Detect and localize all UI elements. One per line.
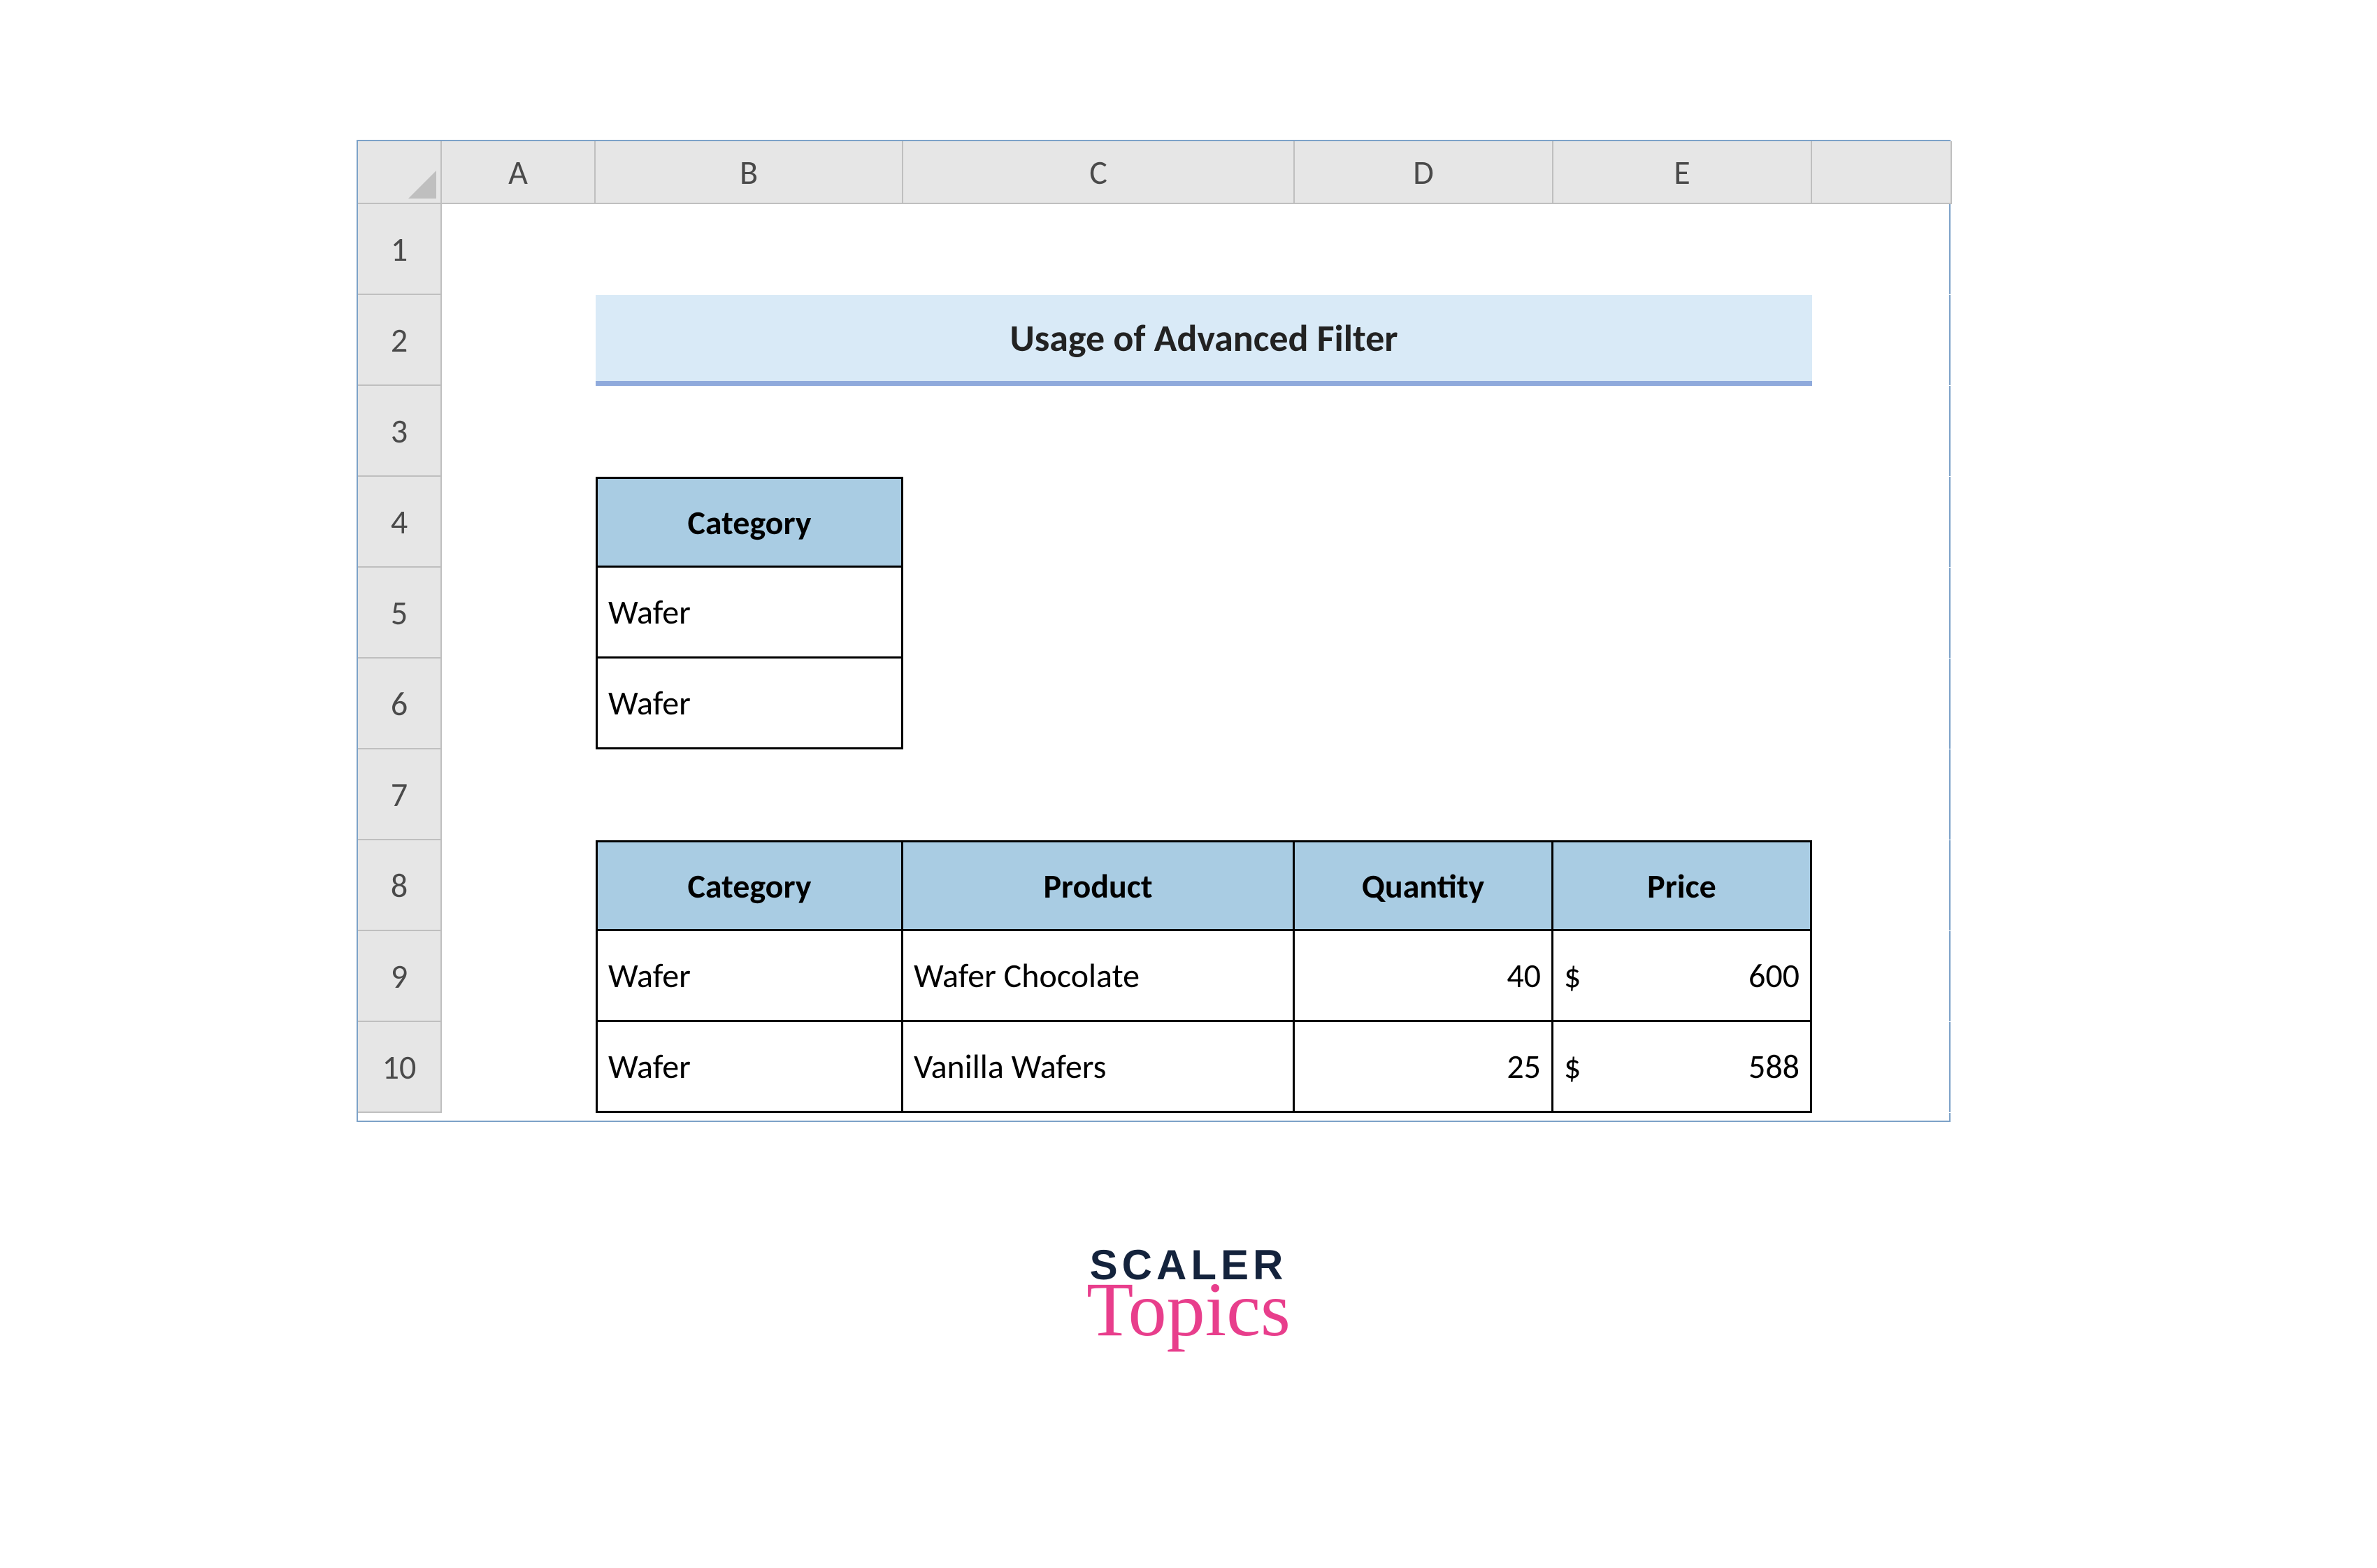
results-row2-product-text: Vanilla Wafers bbox=[914, 1046, 1106, 1087]
row-header-4[interactable]: 4 bbox=[358, 477, 442, 568]
cell-c5[interactable] bbox=[903, 568, 1295, 659]
results-header-price-text: Price bbox=[1647, 865, 1716, 907]
results-row2-price[interactable]: $ 588 bbox=[1551, 1020, 1812, 1113]
results-row2-quantity-text: 25 bbox=[1507, 1046, 1541, 1087]
cell-a10[interactable] bbox=[442, 1022, 596, 1113]
title-cell[interactable]: Usage of Advanced Filter bbox=[596, 295, 1812, 386]
cell-d7[interactable] bbox=[1295, 749, 1553, 840]
scaler-topics-logo: SCALER Topics bbox=[1086, 1244, 1291, 1348]
results-row1-category[interactable]: Wafer bbox=[596, 929, 903, 1022]
cell-f6[interactable] bbox=[1812, 659, 1952, 749]
cell-d6[interactable] bbox=[1295, 659, 1553, 749]
criteria-header[interactable]: Category bbox=[596, 477, 903, 568]
criteria-value-2[interactable]: Wafer bbox=[596, 656, 903, 749]
results-row1-product[interactable]: Wafer Chocolate bbox=[901, 929, 1295, 1022]
spreadsheet-frame: A B C D E 1 2 Usage of Advanced Filter 3… bbox=[357, 140, 1951, 1122]
results-header-product-text: Product bbox=[1043, 865, 1152, 907]
cell-a1[interactable] bbox=[442, 204, 596, 295]
cell-e4[interactable] bbox=[1553, 477, 1812, 568]
cell-f8[interactable] bbox=[1812, 840, 1952, 931]
column-header-a[interactable]: A bbox=[442, 141, 596, 204]
cell-a5[interactable] bbox=[442, 568, 596, 659]
cell-d5[interactable] bbox=[1295, 568, 1553, 659]
cell-d4[interactable] bbox=[1295, 477, 1553, 568]
cell-e3[interactable] bbox=[1553, 386, 1812, 477]
column-header-e[interactable]: E bbox=[1553, 141, 1812, 204]
cell-c4[interactable] bbox=[903, 477, 1295, 568]
row-header-2[interactable]: 2 bbox=[358, 295, 442, 386]
results-row1-price[interactable]: $ 600 bbox=[1551, 929, 1812, 1022]
cell-e7[interactable] bbox=[1553, 749, 1812, 840]
row-header-5[interactable]: 5 bbox=[358, 568, 442, 659]
cell-a4[interactable] bbox=[442, 477, 596, 568]
row-header-9[interactable]: 9 bbox=[358, 931, 442, 1022]
results-header-category[interactable]: Category bbox=[596, 840, 903, 931]
cell-f2[interactable] bbox=[1812, 295, 1952, 386]
row-header-8[interactable]: 8 bbox=[358, 840, 442, 931]
cell-a3[interactable] bbox=[442, 386, 596, 477]
results-header-price[interactable]: Price bbox=[1551, 840, 1812, 931]
cell-e6[interactable] bbox=[1553, 659, 1812, 749]
results-row1-category-text: Wafer bbox=[608, 955, 691, 996]
cell-c6[interactable] bbox=[903, 659, 1295, 749]
column-header-blank[interactable] bbox=[1812, 141, 1952, 204]
row-header-3[interactable]: 3 bbox=[358, 386, 442, 477]
cell-a9[interactable] bbox=[442, 931, 596, 1022]
results-row1-currency: $ bbox=[1564, 955, 1581, 996]
row-header-1[interactable]: 1 bbox=[358, 204, 442, 295]
cell-e1[interactable] bbox=[1553, 204, 1812, 295]
cell-d3[interactable] bbox=[1295, 386, 1553, 477]
row-header-6[interactable]: 6 bbox=[358, 659, 442, 749]
cell-b1[interactable] bbox=[596, 204, 903, 295]
cell-f3[interactable] bbox=[1812, 386, 1952, 477]
criteria-header-text: Category bbox=[688, 502, 812, 543]
spreadsheet-grid: A B C D E 1 2 Usage of Advanced Filter 3… bbox=[358, 141, 1949, 1121]
cell-c3[interactable] bbox=[903, 386, 1295, 477]
results-row1-product-text: Wafer Chocolate bbox=[914, 955, 1140, 996]
cell-b7[interactable] bbox=[596, 749, 903, 840]
results-row2-category-text: Wafer bbox=[608, 1046, 691, 1087]
cell-f5[interactable] bbox=[1812, 568, 1952, 659]
criteria-value-1-text: Wafer bbox=[608, 591, 691, 633]
title-text: Usage of Advanced Filter bbox=[1010, 315, 1398, 361]
results-row2-price-text: 588 bbox=[1748, 1046, 1800, 1087]
row-header-10[interactable]: 10 bbox=[358, 1022, 442, 1113]
cell-c7[interactable] bbox=[903, 749, 1295, 840]
results-row2-quantity[interactable]: 25 bbox=[1293, 1020, 1553, 1113]
results-row2-currency: $ bbox=[1564, 1046, 1581, 1087]
cell-f10[interactable] bbox=[1812, 1022, 1952, 1113]
cell-f1[interactable] bbox=[1812, 204, 1952, 295]
results-header-quantity-text: Quantity bbox=[1362, 865, 1484, 907]
results-row2-product[interactable]: Vanilla Wafers bbox=[901, 1020, 1295, 1113]
cell-f9[interactable] bbox=[1812, 931, 1952, 1022]
cell-f4[interactable] bbox=[1812, 477, 1952, 568]
select-all-triangle[interactable] bbox=[358, 141, 442, 204]
cell-a7[interactable] bbox=[442, 749, 596, 840]
column-header-c[interactable]: C bbox=[903, 141, 1295, 204]
results-header-category-text: Category bbox=[688, 865, 812, 907]
results-row1-quantity-text: 40 bbox=[1507, 955, 1541, 996]
cell-e5[interactable] bbox=[1553, 568, 1812, 659]
results-header-product[interactable]: Product bbox=[901, 840, 1295, 931]
row-header-7[interactable]: 7 bbox=[358, 749, 442, 840]
logo-line2: Topics bbox=[1086, 1271, 1291, 1348]
results-row1-price-text: 600 bbox=[1748, 955, 1800, 996]
cell-b3[interactable] bbox=[596, 386, 903, 477]
select-all-icon bbox=[408, 171, 436, 199]
cell-a6[interactable] bbox=[442, 659, 596, 749]
criteria-value-1[interactable]: Wafer bbox=[596, 566, 903, 659]
cell-a2[interactable] bbox=[442, 295, 596, 386]
cell-c1[interactable] bbox=[903, 204, 1295, 295]
column-header-d[interactable]: D bbox=[1295, 141, 1553, 204]
results-row2-category[interactable]: Wafer bbox=[596, 1020, 903, 1113]
cell-f7[interactable] bbox=[1812, 749, 1952, 840]
cell-a8[interactable] bbox=[442, 840, 596, 931]
column-header-b[interactable]: B bbox=[596, 141, 903, 204]
results-row1-quantity[interactable]: 40 bbox=[1293, 929, 1553, 1022]
criteria-value-2-text: Wafer bbox=[608, 682, 691, 724]
cell-d1[interactable] bbox=[1295, 204, 1553, 295]
results-header-quantity[interactable]: Quantity bbox=[1293, 840, 1553, 931]
